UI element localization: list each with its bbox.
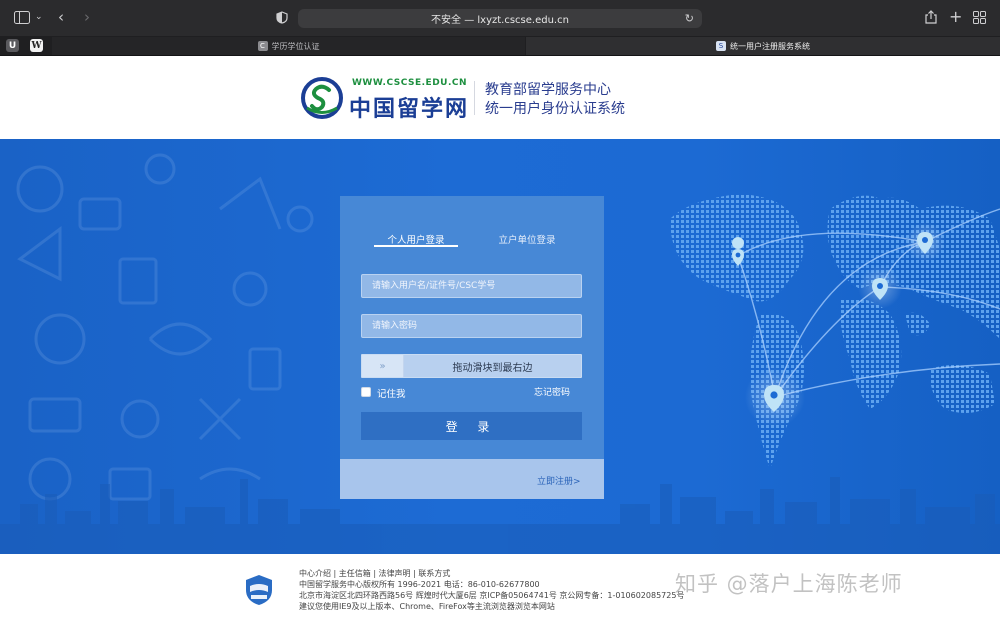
logo-name: 中国留学网 [349,96,470,122]
back-icon[interactable]: ‹ [58,10,64,25]
tab-label: 学历学位认证 [271,41,320,51]
register-link[interactable]: 立即注册> [537,474,581,487]
password-input[interactable] [361,314,582,338]
forward-icon[interactable]: › [84,10,90,25]
footer-links[interactable]: 中心介绍 | 主任信箱 | 法律声明 | 联系方式 [299,568,450,579]
tab-favicon: S [716,41,726,51]
active-tab-indicator [374,245,458,247]
tab-degree-certification[interactable]: C 学历学位认证 [52,37,525,55]
reload-icon[interactable]: ↻ [685,12,694,25]
privacy-shield-icon[interactable] [276,11,288,27]
tab-user-registration[interactable]: S 统一用户注册服务系统 [526,37,1000,55]
forgot-password-link[interactable]: 忘记密码 [534,385,570,398]
browser-toolbar: ⌄ ‹ › 不安全 — lxyzt.cscse.edu.cn ↻ + [0,0,1000,36]
cscse-logo-icon[interactable] [301,77,343,119]
remember-me-checkbox[interactable] [361,387,371,397]
slide-captcha[interactable]: » 拖动滑块到最右边 [361,354,582,378]
slider-instruction: 拖动滑块到最右边 [452,362,533,374]
site-header: WWW.CSCSE.EDU.CN 中国留学网 教育部留学服务中心 统一用户身份认… [0,56,1000,139]
zhihu-watermark: 知乎 @落户上海陈老师 [675,572,903,596]
sidebar-toggle-icon[interactable] [14,11,30,27]
footer-address: 北京市海淀区北四环路西路56号 辉煌时代大厦6层 京ICP备05064741号 … [299,591,685,600]
double-chevron-right-icon: » [379,360,386,372]
footer-browser-tip: 建议您使用IE9及以上版本、Chrome、FireFox等主流浏览器浏览本网站 [299,602,555,611]
tab-label: 统一用户注册服务系统 [730,41,810,51]
site-footer: 中心介绍 | 主任信箱 | 法律声明 | 联系方式 中国留学服务中心版权所有 1… [0,554,1000,625]
tab-personal-login[interactable]: 个人用户登录 [374,232,458,246]
address-bar[interactable]: 不安全 — lxyzt.cscse.edu.cn ↻ [298,9,702,28]
tab-organization-login[interactable]: 立户单位登录 [484,232,570,246]
pinned-tab-w[interactable]: W [30,39,43,52]
tab-bar: U W C 学历学位认证 S 统一用户注册服务系统 [0,36,1000,56]
header-title-system: 统一用户身份认证系统 [485,101,625,117]
header-title-org: 教育部留学服务中心 [485,82,611,98]
tab-overview-icon[interactable] [973,11,986,27]
address-text: 不安全 — lxyzt.cscse.edu.cn [431,15,569,26]
header-divider [474,81,475,115]
chevron-down-icon[interactable]: ⌄ [35,13,43,22]
tab-favicon: C [257,41,268,51]
new-tab-icon[interactable]: + [949,9,962,25]
share-icon[interactable] [925,10,937,27]
security-badge-icon[interactable] [245,574,273,606]
slider-handle[interactable]: » [362,355,404,377]
login-button[interactable]: 登 录 [361,412,582,440]
pinned-tab-u[interactable]: U [6,39,19,52]
remember-me-label[interactable]: 记住我 [377,386,406,400]
username-input[interactable] [361,274,582,298]
logo-url: WWW.CSCSE.EDU.CN [352,78,468,88]
footer-copyright: 中国留学服务中心版权所有 1996-2021 电话：86-010-6267780… [299,580,540,589]
